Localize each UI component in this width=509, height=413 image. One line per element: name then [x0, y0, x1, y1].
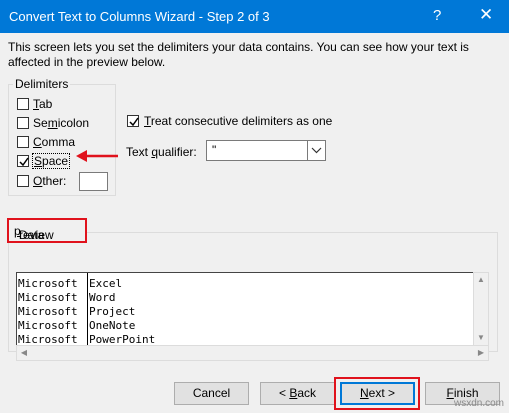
data-preview-label: Data p review [14, 224, 54, 242]
consecutive-delimiters-checkbox[interactable] [127, 115, 139, 127]
window-title: Convert Text to Columns Wizard - Step 2 … [9, 9, 270, 24]
text-qualifier-dropdown-button[interactable] [307, 141, 325, 160]
other-delimiter-input[interactable] [79, 172, 108, 191]
checkmark-icon [129, 117, 139, 127]
scroll-right-icon[interactable]: ▶ [474, 346, 488, 360]
tab-label[interactable]: Tab [33, 97, 52, 111]
scroll-left-icon[interactable]: ◀ [17, 346, 31, 360]
preview-cell: Microsoft [18, 305, 78, 318]
vertical-scrollbar[interactable]: ▲ ▼ [473, 272, 489, 346]
preview-cell: Excel [89, 277, 123, 290]
preview-cell: Project [89, 305, 136, 318]
other-label[interactable]: Other: [33, 174, 66, 188]
wizard-description: This screen lets you set the delimiters … [8, 40, 469, 69]
preview-row: Microsoft Excel [17, 276, 477, 290]
semicolon-label[interactable]: Semicolon [33, 116, 89, 130]
horizontal-scrollbar[interactable]: ◀ ▶ [16, 345, 489, 361]
data-preview-legend: Data p review [7, 218, 87, 243]
scroll-down-icon[interactable]: ▼ [474, 331, 488, 345]
text-qualifier-value: " [212, 143, 217, 157]
preview-row: Microsoft PowerPoint [17, 332, 477, 345]
space-label[interactable]: Space [32, 153, 71, 169]
chevron-down-icon [311, 147, 322, 154]
annotation-arrow-icon [76, 150, 118, 162]
consecutive-delimiters-label[interactable]: Treat consecutive delimiters as one [144, 114, 332, 128]
text-qualifier-select[interactable]: " [206, 140, 326, 161]
back-button[interactable]: < Back [260, 382, 335, 405]
close-icon[interactable]: ✕ [479, 5, 493, 25]
other-checkbox[interactable] [17, 175, 29, 187]
next-button-annotation [334, 377, 420, 410]
preview-row: Microsoft Word [17, 290, 477, 304]
preview-cell: Microsoft [18, 277, 78, 290]
tab-checkbox[interactable] [17, 98, 29, 110]
cancel-button[interactable]: Cancel [174, 382, 249, 405]
comma-checkbox[interactable] [17, 136, 29, 148]
preview-row: Microsoft Project [17, 304, 477, 318]
scroll-up-icon[interactable]: ▲ [474, 273, 488, 287]
space-checkbox[interactable] [17, 155, 29, 167]
preview-row: Microsoft OneNote [17, 318, 477, 332]
preview-cell: Microsoft [18, 319, 78, 332]
text-qualifier-label: Text qualifier: [126, 145, 197, 159]
checkmark-icon [19, 157, 29, 167]
delimiters-legend: Delimiters [13, 77, 71, 91]
preview-cell: OneNote [89, 319, 136, 332]
preview-cell: Microsoft [18, 291, 78, 304]
data-preview-grid[interactable]: Microsoft Excel Microsoft Word Microsoft… [16, 272, 489, 346]
watermark: wsxdn.com [454, 398, 505, 409]
title-bar: Convert Text to Columns Wizard - Step 2 … [0, 0, 509, 33]
comma-label[interactable]: Comma [33, 135, 75, 149]
preview-cell: Word [89, 291, 116, 304]
semicolon-checkbox[interactable] [17, 117, 29, 129]
help-icon[interactable]: ? [433, 7, 441, 24]
